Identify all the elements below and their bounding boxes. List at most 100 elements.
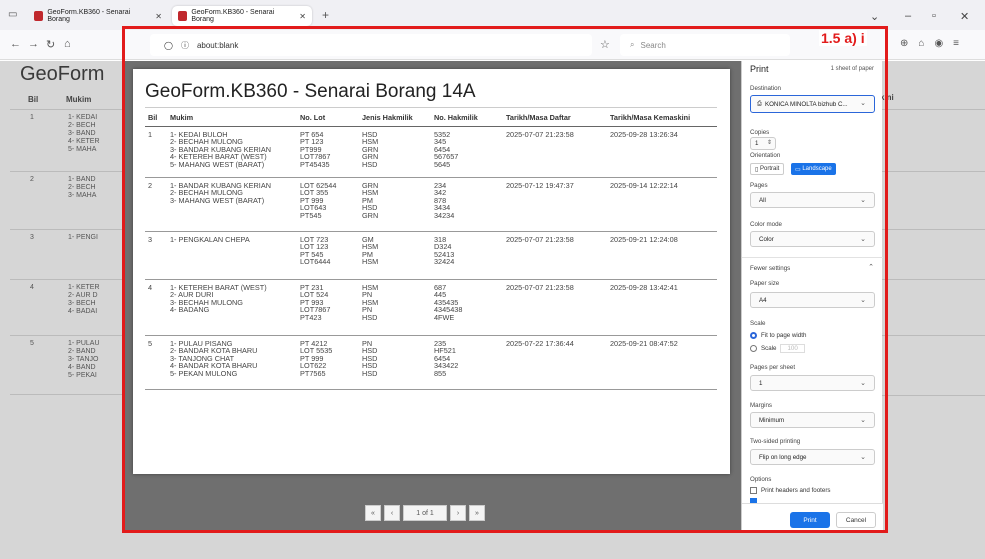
col-mukim: Mukim	[167, 107, 297, 127]
header-mukim: Mukim	[66, 95, 92, 104]
table-row: 1 1- KEDAI 2- BECH 3- BAND 4- KETER 5- MAHA	[10, 109, 125, 171]
last-page-button[interactable]: »	[469, 505, 485, 521]
cell-hakmilik: 687 445 435435 4345438 4FWE	[431, 279, 503, 336]
home-icon[interactable]: ⌂	[64, 38, 71, 50]
headers-footers-checkbox[interactable]: Print headers and footers	[750, 487, 830, 494]
scale-label: Scale	[750, 320, 766, 327]
table-row: 2 1- BAND 2- BECH 3- MAHA	[10, 171, 125, 229]
options-label: Options	[750, 476, 772, 483]
minimize-icon[interactable]: –	[905, 10, 911, 22]
favicon-icon	[34, 11, 44, 21]
copies-value: 1	[755, 140, 759, 147]
pages-select[interactable]: All ⌄	[750, 192, 875, 208]
preview-sheet: GeoForm.KB360 - Senarai Borang 14A Bil M…	[133, 69, 730, 474]
account-icon[interactable]: ⌂	[918, 38, 924, 49]
stepper-icon: ⇕	[766, 140, 772, 146]
col-no-hakmilik: No. Hakmilik	[431, 107, 503, 127]
cell-mukim: 1- KETEREH BARAT (WEST) 2- AUR DURI 3- BEC…	[167, 279, 297, 336]
scale-value-input[interactable]: 100	[780, 344, 805, 353]
scale-custom-radio[interactable]: Scale 100	[750, 344, 805, 353]
orientation-label: Orientation	[750, 152, 781, 159]
cell-hakmilik: 318 D324 52413 32424	[431, 231, 503, 280]
cell-mukim: 1- PENGKALAN CHEPA	[167, 231, 297, 280]
extensions-icon[interactable]: ⊕	[900, 38, 908, 49]
tab-title: GeoForm.KB360 - Senarai Borang	[191, 9, 275, 23]
prev-page-button[interactable]: ‹	[384, 505, 400, 521]
checkbox-icon	[750, 487, 757, 494]
table-row: 5 1- PULAU PISANG 2- BANDAR KOTA BHARU 3- …	[145, 335, 717, 390]
close-icon[interactable]: ✕	[155, 12, 162, 21]
cell-bil: 2	[145, 177, 167, 232]
row-bil: 2	[30, 176, 34, 183]
cell-daftar: 2025-07-22 17:36:44	[503, 335, 607, 390]
print-settings-panel: Print 1 sheet of paper Destination ⎙ KON…	[741, 61, 883, 531]
table-header-row: Bil Mukim No. Lot Jenis Hakmilik No. Hak…	[145, 107, 717, 127]
cell-bil: 4	[145, 279, 167, 336]
forward-icon[interactable]: →	[28, 38, 39, 50]
addon-icon[interactable]: ◉	[934, 38, 943, 49]
divider	[742, 257, 883, 258]
paper-size-value: A4	[759, 296, 767, 304]
fewer-settings-toggle[interactable]: Fewer settings	[750, 265, 790, 272]
annotation-label: 1.5 a) i	[819, 30, 867, 46]
cell-jenis: HSD HSM GRN GRN HSD	[359, 126, 431, 178]
cancel-button[interactable]: Cancel	[836, 512, 876, 528]
color-mode-select[interactable]: Color ⌄	[750, 231, 875, 247]
cell-kemaskini: 2025-09-21 08:47:52	[607, 335, 717, 390]
search-input[interactable]: ⌕ Search	[620, 34, 790, 56]
print-button[interactable]: Print	[790, 512, 830, 528]
scale-fit-radio[interactable]: Fit to page width	[750, 332, 806, 339]
cell-lot: LOT 62544 LOT 355 PT 999 LOT643 PT545	[297, 177, 359, 232]
portrait-button[interactable]: ▯ Portrait	[750, 163, 785, 175]
page-icon: ▯	[755, 166, 759, 173]
search-icon: ⌕	[630, 40, 635, 49]
portrait-label: Portrait	[759, 166, 780, 172]
restore-icon[interactable]: ▫	[932, 10, 936, 22]
paper-size-select[interactable]: A4 ⌄	[750, 292, 875, 308]
color-mode-label: Color mode	[750, 221, 782, 228]
window-close-icon[interactable]: ✕	[960, 10, 969, 23]
tab-overview-icon[interactable]: ▭	[8, 9, 17, 20]
table-row: 1 1- KEDAI BULOH 2- BECHAH MULONG 3- BANDA…	[145, 126, 717, 178]
bookmark-star-icon[interactable]: ☆	[600, 38, 610, 51]
reload-icon[interactable]: ↻	[46, 38, 55, 51]
cell-daftar: 2025-07-07 21:23:58	[503, 231, 607, 280]
chevron-down-icon: ⌄	[860, 100, 866, 107]
cell-jenis: GRN HSM PM HSD GRN	[359, 177, 431, 232]
scale-custom-label: Scale	[761, 345, 777, 352]
tab-geoform-1[interactable]: GeoForm.KB360 - Senarai Borang ✕	[28, 6, 168, 26]
menu-icon[interactable]: ≡	[953, 38, 959, 49]
back-icon[interactable]: ←	[10, 38, 21, 50]
table-row: 3 1- PENGKALAN CHEPA LOT 723 LOT 123 PT 54…	[145, 231, 717, 280]
copies-input[interactable]: 1 ⇕	[750, 137, 776, 150]
cell-daftar: 2025-07-12 19:47:37	[503, 177, 607, 232]
two-sided-select[interactable]: Flip on long edge ⌄	[750, 449, 875, 465]
address-bar[interactable]: ◯ ⓘ about:blank	[150, 34, 592, 56]
chevron-down-icon[interactable]: ⌄	[870, 10, 879, 23]
margins-select[interactable]: Minimum ⌄	[750, 412, 875, 428]
landscape-button[interactable]: ▭ Landscape	[791, 163, 836, 175]
row-bil: 5	[30, 340, 34, 347]
cell-kemaskini: 2025-09-14 12:22:14	[607, 177, 717, 232]
pages-value: All	[759, 196, 766, 204]
col-bil: Bil	[145, 107, 167, 127]
chevron-down-icon: ⌄	[860, 417, 866, 424]
destination-select[interactable]: ⎙ KONICA MINOLTA bizhub C... ⌄	[750, 95, 875, 113]
close-icon[interactable]: ✕	[299, 12, 306, 21]
next-page-button[interactable]: ›	[450, 505, 466, 521]
destination-value: KONICA MINOLTA bizhub C...	[764, 100, 848, 108]
header-kemaskini-fragment: kini	[880, 93, 894, 102]
row-mukim: 1- KETER 2- AUR D 3- BECH 4- BADAI	[68, 284, 100, 315]
url-text: about:blank	[196, 40, 239, 50]
first-page-button[interactable]: «	[365, 505, 381, 521]
chevron-down-icon: ⌄	[860, 236, 866, 243]
cell-lot: PT 4212 LOT 5535 PT 999 LOT622 PT7565	[297, 335, 359, 390]
pages-per-sheet-select[interactable]: 1 ⌄	[750, 375, 875, 391]
new-tab-icon[interactable]: +	[322, 8, 329, 22]
preview-title: GeoForm.KB360 - Senarai Borang 14A	[145, 81, 476, 102]
margins-label: Margins	[750, 402, 773, 409]
divider	[880, 279, 985, 280]
chevron-up-icon[interactable]: ⌃	[868, 263, 874, 271]
tab-geoform-2[interactable]: GeoForm.KB360 - Senarai Borang ✕	[172, 6, 312, 26]
divider	[880, 335, 985, 336]
